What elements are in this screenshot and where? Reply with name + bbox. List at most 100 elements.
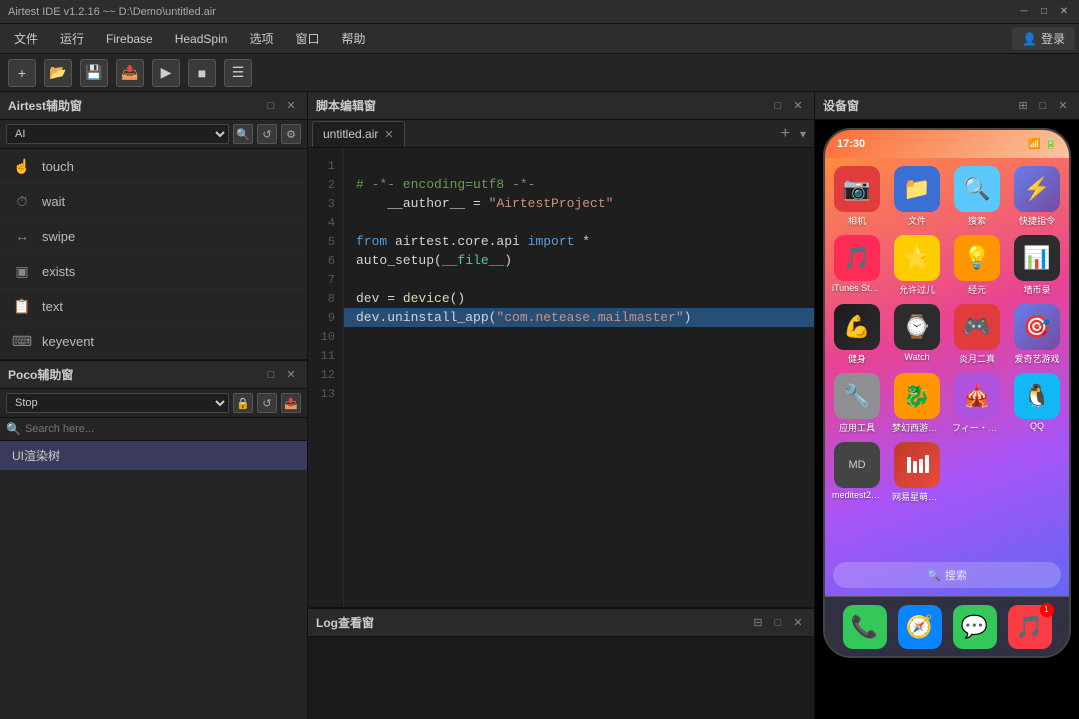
app-iqiyi-icon: 🎯 bbox=[1014, 304, 1060, 350]
tab-close-icon[interactable]: ✕ bbox=[384, 128, 393, 141]
app-tools-icon: 🔧 bbox=[834, 373, 880, 419]
tab-label: untitled.air bbox=[323, 127, 378, 141]
open-button[interactable]: 📂 bbox=[44, 59, 72, 87]
save-button[interactable]: 💾 bbox=[80, 59, 108, 87]
menu-headspin[interactable]: HeadSpin bbox=[165, 28, 238, 50]
run-button[interactable]: ▶ bbox=[152, 59, 180, 87]
app-chart-label: 墙币录 bbox=[1023, 283, 1050, 296]
line-9: 9 bbox=[308, 308, 335, 327]
app-camera[interactable]: 📷 相机 bbox=[831, 166, 883, 227]
app-watch[interactable]: ⌚ Watch bbox=[891, 304, 943, 365]
app-game1-label: 炎月二真 bbox=[959, 352, 995, 365]
airtest-search-select[interactable]: AI bbox=[6, 124, 229, 144]
poco-ui-tree-item[interactable]: UI渲染树 bbox=[0, 441, 307, 470]
menu-run[interactable]: 运行 bbox=[50, 26, 94, 51]
app-itunes-label: iTunes Store bbox=[832, 283, 882, 293]
log-panel: Log查看窗 ⊟ □ ✕ bbox=[308, 609, 814, 719]
menu-firebase[interactable]: Firebase bbox=[96, 28, 163, 50]
menu-window[interactable]: 窗口 bbox=[285, 26, 329, 51]
app-itunes[interactable]: 🎵 iTunes Store bbox=[831, 235, 883, 296]
app-fitness[interactable]: 💪 健身 bbox=[831, 304, 883, 365]
app-fitness-label: 健身 bbox=[848, 352, 866, 365]
code-content[interactable]: # -*- encoding=utf8 -*- __author__ = "Ai… bbox=[344, 148, 814, 607]
app-chart[interactable]: 📊 墙币录 bbox=[1011, 235, 1063, 296]
app-starpop-label: 网易星萌大师 bbox=[892, 490, 942, 503]
device-minimize-btn[interactable]: □ bbox=[1035, 98, 1051, 114]
editor-tab-untitled[interactable]: untitled.air ✕ bbox=[312, 121, 405, 147]
login-button[interactable]: 👤 登录 bbox=[1012, 27, 1075, 50]
menu-help[interactable]: 帮助 bbox=[331, 26, 375, 51]
airtest-item-exists[interactable]: ▣ exists bbox=[0, 254, 307, 289]
app-files[interactable]: 📁 文件 bbox=[891, 166, 943, 227]
right-panel: 设备窗 ⊞ □ ✕ 17:30 📶 🔋 bbox=[814, 92, 1079, 719]
airtest-item-wait[interactable]: ⏱ wait bbox=[0, 184, 307, 219]
maximize-button[interactable]: □ bbox=[1037, 5, 1051, 19]
poco-minimize-btn[interactable]: □ bbox=[263, 367, 279, 383]
app-game1[interactable]: 🎮 炎月二真 bbox=[951, 304, 1003, 365]
editor-close-btn[interactable]: ✕ bbox=[790, 98, 806, 114]
menu-options[interactable]: 选项 bbox=[239, 26, 283, 51]
app-star[interactable]: ⭐ 允许过儿 bbox=[891, 235, 943, 296]
touch-label: touch bbox=[42, 159, 74, 174]
main-content: Airtest辅助窗 □ ✕ AI 🔍 ↺ ⚙ bbox=[0, 92, 1079, 719]
app-iqiyi[interactable]: 🎯 爱奇艺游戏 bbox=[1011, 304, 1063, 365]
dock-safari[interactable]: 🧭 bbox=[898, 605, 942, 649]
device-close-btn[interactable]: ✕ bbox=[1055, 98, 1071, 114]
airtest-panel: Airtest辅助窗 □ ✕ AI 🔍 ↺ ⚙ bbox=[0, 92, 307, 359]
app-starpop[interactable]: 网易星萌大师 bbox=[891, 442, 943, 503]
log-close-btn[interactable]: ✕ bbox=[790, 615, 806, 631]
tab-add-button[interactable]: + bbox=[775, 125, 796, 143]
airtest-item-keyevent[interactable]: ⌨ keyevent bbox=[0, 324, 307, 359]
poco-refresh-btn[interactable]: ↺ bbox=[257, 393, 277, 413]
airtest-close-btn[interactable]: ✕ bbox=[283, 98, 299, 114]
code-editor[interactable]: 1 2 3 4 5 6 7 8 9 10 11 12 13 # -*- enco… bbox=[308, 148, 814, 607]
app-mhxy-icon: 🐉 bbox=[894, 373, 940, 419]
app-film[interactable]: 🎪 フィー・ム待 bbox=[951, 373, 1003, 434]
app-light-label: 经元 bbox=[968, 283, 986, 296]
poco-lock-btn[interactable]: 🔒 bbox=[233, 393, 253, 413]
text-icon: 📋 bbox=[12, 296, 32, 316]
poco-search-input[interactable] bbox=[25, 423, 301, 435]
poco-export-btn[interactable]: 📤 bbox=[281, 393, 301, 413]
menu-file[interactable]: 文件 bbox=[4, 26, 48, 51]
close-button[interactable]: ✕ bbox=[1057, 5, 1071, 19]
airtest-item-touch[interactable]: ☝ touch bbox=[0, 149, 307, 184]
airtest-minimize-btn[interactable]: □ bbox=[263, 98, 279, 114]
editor-minimize-btn[interactable]: □ bbox=[770, 98, 786, 114]
dock-messages[interactable]: 💬 bbox=[953, 605, 997, 649]
app-star-icon: ⭐ bbox=[894, 235, 940, 281]
phone-search-bar[interactable]: 🔍 搜索 bbox=[833, 562, 1061, 588]
app-qq[interactable]: 🐧 QQ bbox=[1011, 373, 1063, 434]
log-filter-btn[interactable]: ⊟ bbox=[750, 615, 766, 631]
touch-icon: ☝ bbox=[12, 156, 32, 176]
menu-toggle-button[interactable]: ☰ bbox=[224, 59, 252, 87]
minimize-button[interactable]: ─ bbox=[1017, 5, 1031, 19]
log-minimize-btn[interactable]: □ bbox=[770, 615, 786, 631]
new-icon: + bbox=[18, 65, 26, 81]
refresh-btn[interactable]: ↺ bbox=[257, 124, 277, 144]
phone-container: 17:30 📶 🔋 📷 相机 bbox=[815, 120, 1079, 719]
dock-music[interactable]: 🎵 1 bbox=[1008, 605, 1052, 649]
export-button[interactable]: 📤 bbox=[116, 59, 144, 87]
dock-phone[interactable]: 📞 bbox=[843, 605, 887, 649]
app-mhxy[interactable]: 🐉 梦幻西游网页版 bbox=[891, 373, 943, 434]
poco-close-btn[interactable]: ✕ bbox=[283, 367, 299, 383]
tab-menu-button[interactable]: ▾ bbox=[796, 127, 810, 141]
app-meditest[interactable]: MD meditest23C31 bbox=[831, 442, 883, 503]
app-search[interactable]: 🔍 搜索 bbox=[951, 166, 1003, 227]
stop-button[interactable]: ■ bbox=[188, 59, 216, 87]
phone-screen[interactable]: 📷 相机 📁 文件 🔍 搜索 bbox=[825, 158, 1069, 596]
phone-home-indicator bbox=[825, 656, 1069, 658]
airtest-item-text[interactable]: 📋 text bbox=[0, 289, 307, 324]
settings-btn[interactable]: ⚙ bbox=[281, 124, 301, 144]
airtest-item-swipe[interactable]: ↔ swipe bbox=[0, 219, 307, 254]
app-light[interactable]: 💡 经元 bbox=[951, 235, 1003, 296]
poco-mode-select[interactable]: Stop Start Android iOS bbox=[6, 393, 229, 413]
app-tools[interactable]: 🔧 应用工具 bbox=[831, 373, 883, 434]
search-btn[interactable]: 🔍 bbox=[233, 124, 253, 144]
app-shortcuts[interactable]: ⚡ 快捷指令 bbox=[1011, 166, 1063, 227]
device-expand-btn[interactable]: ⊞ bbox=[1015, 98, 1031, 114]
keyevent-label: keyevent bbox=[42, 334, 94, 349]
poco-panel: Poco辅助窗 □ ✕ Stop Start Android iOS 🔒 ↺ bbox=[0, 359, 307, 470]
new-button[interactable]: + bbox=[8, 59, 36, 87]
